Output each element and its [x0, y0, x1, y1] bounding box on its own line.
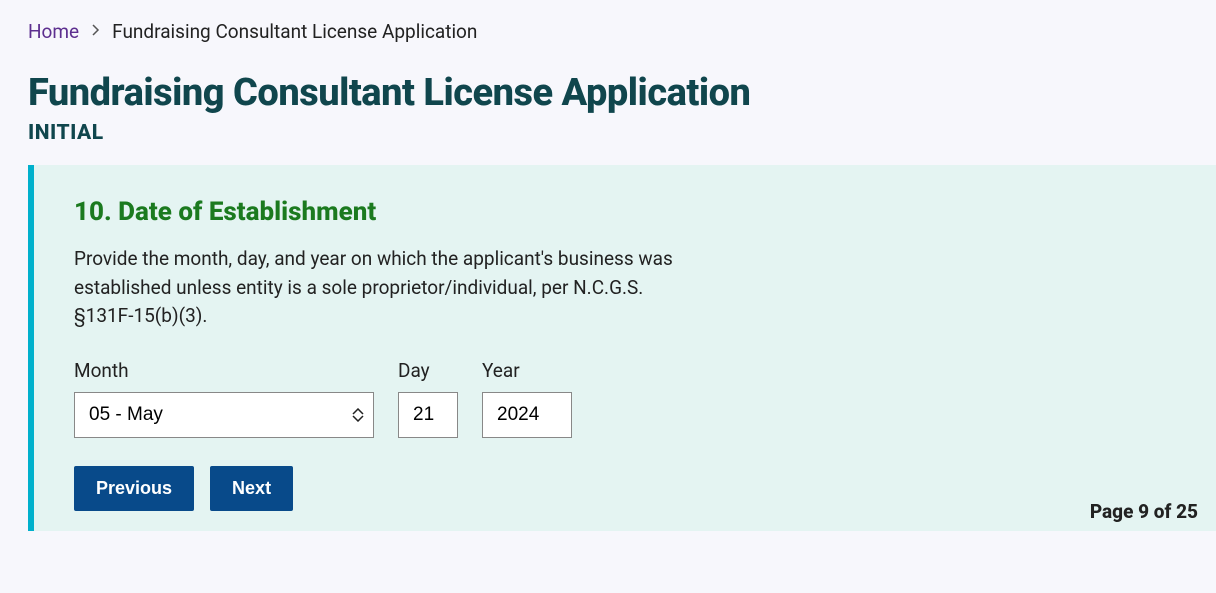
- breadcrumb-home-link[interactable]: Home: [28, 20, 79, 43]
- month-label: Month: [74, 359, 374, 382]
- previous-button[interactable]: Previous: [74, 466, 194, 511]
- date-fields-row: Month Day Year: [74, 359, 1176, 438]
- month-field: Month: [74, 359, 374, 438]
- day-input[interactable]: [398, 392, 458, 438]
- section-heading: 10. Date of Establishment: [74, 197, 1176, 227]
- year-field: Year: [482, 359, 572, 438]
- page-indicator: Page 9 of 25: [1090, 500, 1198, 523]
- year-label: Year: [482, 359, 572, 382]
- page-subtitle: INITIAL: [0, 115, 1216, 165]
- day-field: Day: [398, 359, 458, 438]
- year-input[interactable]: [482, 392, 572, 438]
- month-input[interactable]: [74, 392, 374, 438]
- buttons-row: Previous Next: [74, 466, 1176, 511]
- form-panel: 10. Date of Establishment Provide the mo…: [28, 165, 1216, 531]
- chevron-right-icon: [91, 24, 100, 40]
- section-description: Provide the month, day, and year on whic…: [74, 245, 694, 331]
- page-title: Fundraising Consultant License Applicati…: [0, 51, 1216, 115]
- day-label: Day: [398, 359, 458, 382]
- breadcrumb: Home Fundraising Consultant License Appl…: [0, 0, 1216, 51]
- next-button[interactable]: Next: [210, 466, 293, 511]
- breadcrumb-current: Fundraising Consultant License Applicati…: [112, 20, 477, 43]
